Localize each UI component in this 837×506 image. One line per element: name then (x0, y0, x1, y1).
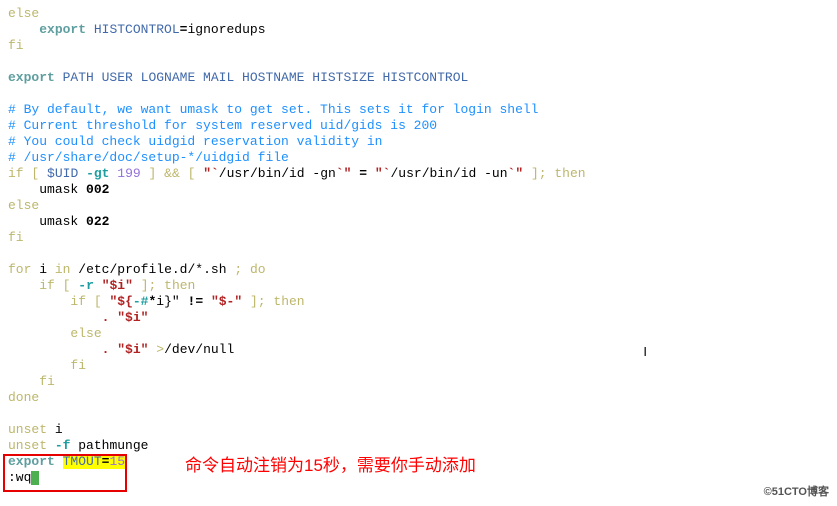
vim-command: :wq (8, 470, 31, 485)
kw-if: if (8, 166, 24, 181)
comment: # By default, we want umask to get set. … (8, 102, 539, 117)
kw-export: export (8, 454, 55, 469)
text-cursor-icon: I (643, 344, 647, 360)
kw-if: if (39, 278, 55, 293)
kw-fi: fi (8, 38, 24, 53)
kw-else: else (8, 6, 39, 21)
kw-for: for (8, 262, 31, 277)
var: HISTCONTROL (94, 22, 180, 37)
comment: # Current threshold for system reserved … (8, 118, 437, 133)
kw-export: export (8, 70, 55, 85)
kw-else: else (8, 198, 39, 213)
kw-fi: fi (39, 374, 55, 389)
kw-unset: unset (8, 422, 47, 437)
kw-else: else (70, 326, 101, 341)
code-block: else export HISTCONTROL=ignoredups fi ex… (8, 6, 829, 486)
annotation-text: 命令自动注销为15秒，需要你手动添加 (185, 458, 476, 474)
watermark: ©51CTO博客 (764, 484, 829, 500)
comment: # You could check uidgid reservation val… (8, 134, 382, 149)
kw-export: export (39, 22, 86, 37)
kw-unset: unset (8, 438, 47, 453)
tmout-var: TMOUT (63, 454, 102, 469)
kw-fi: fi (70, 358, 86, 373)
vars: PATH USER LOGNAME MAIL HOSTNAME HISTSIZE… (63, 70, 469, 85)
kw-if: if (70, 294, 86, 309)
comment: # /usr/share/doc/setup-*/uidgid file (8, 150, 289, 165)
kw-fi: fi (8, 230, 24, 245)
kw-done: done (8, 390, 39, 405)
cursor-icon (31, 471, 39, 485)
